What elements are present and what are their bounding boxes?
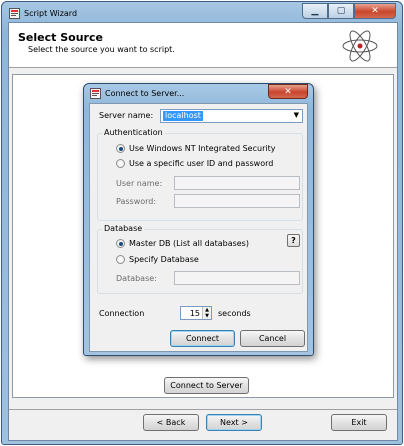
dialog-app-icon xyxy=(90,88,101,99)
database-input[interactable] xyxy=(174,271,300,285)
database-label: Database: xyxy=(116,274,157,283)
user-name-input[interactable] xyxy=(174,176,300,190)
radio-specify-db[interactable]: Specify Database xyxy=(116,255,199,264)
footer-divider xyxy=(9,409,397,410)
server-name-value: localhost xyxy=(163,111,203,121)
close-button[interactable]: ✕ xyxy=(354,3,396,19)
wizard-header: Select Source Select the source you want… xyxy=(9,23,397,68)
atom-icon xyxy=(342,30,378,62)
connection-timeout-value: 15 xyxy=(189,309,200,318)
page-title: Select Source xyxy=(18,31,103,44)
server-name-label: Server name: xyxy=(99,111,154,120)
radio-selected-icon xyxy=(116,239,125,248)
cancel-button[interactable]: Cancel xyxy=(240,330,305,347)
dialog-title: Connect to Server... xyxy=(105,89,185,98)
dialog-close-button[interactable]: ✕ xyxy=(268,84,308,99)
window-title: Script Wizard xyxy=(24,8,78,18)
database-help-button[interactable]: ? xyxy=(287,234,300,247)
radio-selected-icon xyxy=(116,144,125,153)
connection-label: Connection xyxy=(99,309,145,318)
connect-button[interactable]: Connect xyxy=(170,330,235,347)
authentication-group: Authentication Use Windows NT Integrated… xyxy=(97,128,303,221)
radio-unselected-icon xyxy=(116,159,125,168)
window-controls: ▁ ▢ ✕ xyxy=(302,3,396,19)
connection-unit-label: seconds xyxy=(218,309,251,318)
dialog-title-bar: Connect to Server... xyxy=(90,88,184,99)
page-subtitle: Select the source you want to script. xyxy=(28,45,175,54)
password-input[interactable] xyxy=(174,194,300,208)
server-name-combo[interactable]: localhost ▼ xyxy=(160,109,303,123)
dialog-client-area: Server name: localhost ▼ Authentication … xyxy=(89,103,308,352)
connect-to-server-button[interactable]: Connect to Server xyxy=(164,377,249,394)
database-legend: Database xyxy=(102,224,145,233)
radio-master-db[interactable]: Master DB (List all databases) xyxy=(116,239,249,248)
window-title-bar: Script Wizard xyxy=(9,5,77,21)
radio-specific-user-label: Use a specific user ID and password xyxy=(129,159,274,168)
next-button[interactable]: Next > xyxy=(206,414,262,431)
app-icon xyxy=(9,7,20,19)
user-name-label: User name: xyxy=(116,179,163,188)
minimize-button[interactable]: ▁ xyxy=(302,3,328,19)
radio-specific-user[interactable]: Use a specific user ID and password xyxy=(116,159,273,168)
radio-windows-auth[interactable]: Use Windows NT Integrated Security xyxy=(116,144,275,153)
connect-dialog: Connect to Server... ✕ Server name: loca… xyxy=(83,83,314,356)
database-group: Database Master DB (List all databases) … xyxy=(97,224,303,294)
exit-button[interactable]: Exit xyxy=(331,414,387,431)
radio-unselected-icon xyxy=(116,255,125,264)
back-button[interactable]: < Back xyxy=(143,414,199,431)
password-label: Password: xyxy=(116,197,157,206)
stepper-down-icon[interactable]: ▼ xyxy=(202,313,211,319)
authentication-legend: Authentication xyxy=(102,128,165,137)
maximize-button[interactable]: ▢ xyxy=(328,3,354,19)
radio-specify-db-label: Specify Database xyxy=(129,255,199,264)
radio-windows-auth-label: Use Windows NT Integrated Security xyxy=(129,144,276,153)
stepper-buttons[interactable]: ▲ ▼ xyxy=(202,307,211,319)
radio-master-db-label: Master DB (List all databases) xyxy=(129,239,249,248)
chevron-down-icon[interactable]: ▼ xyxy=(294,111,299,119)
connection-timeout-stepper[interactable]: 15 ▲ ▼ xyxy=(180,306,212,320)
